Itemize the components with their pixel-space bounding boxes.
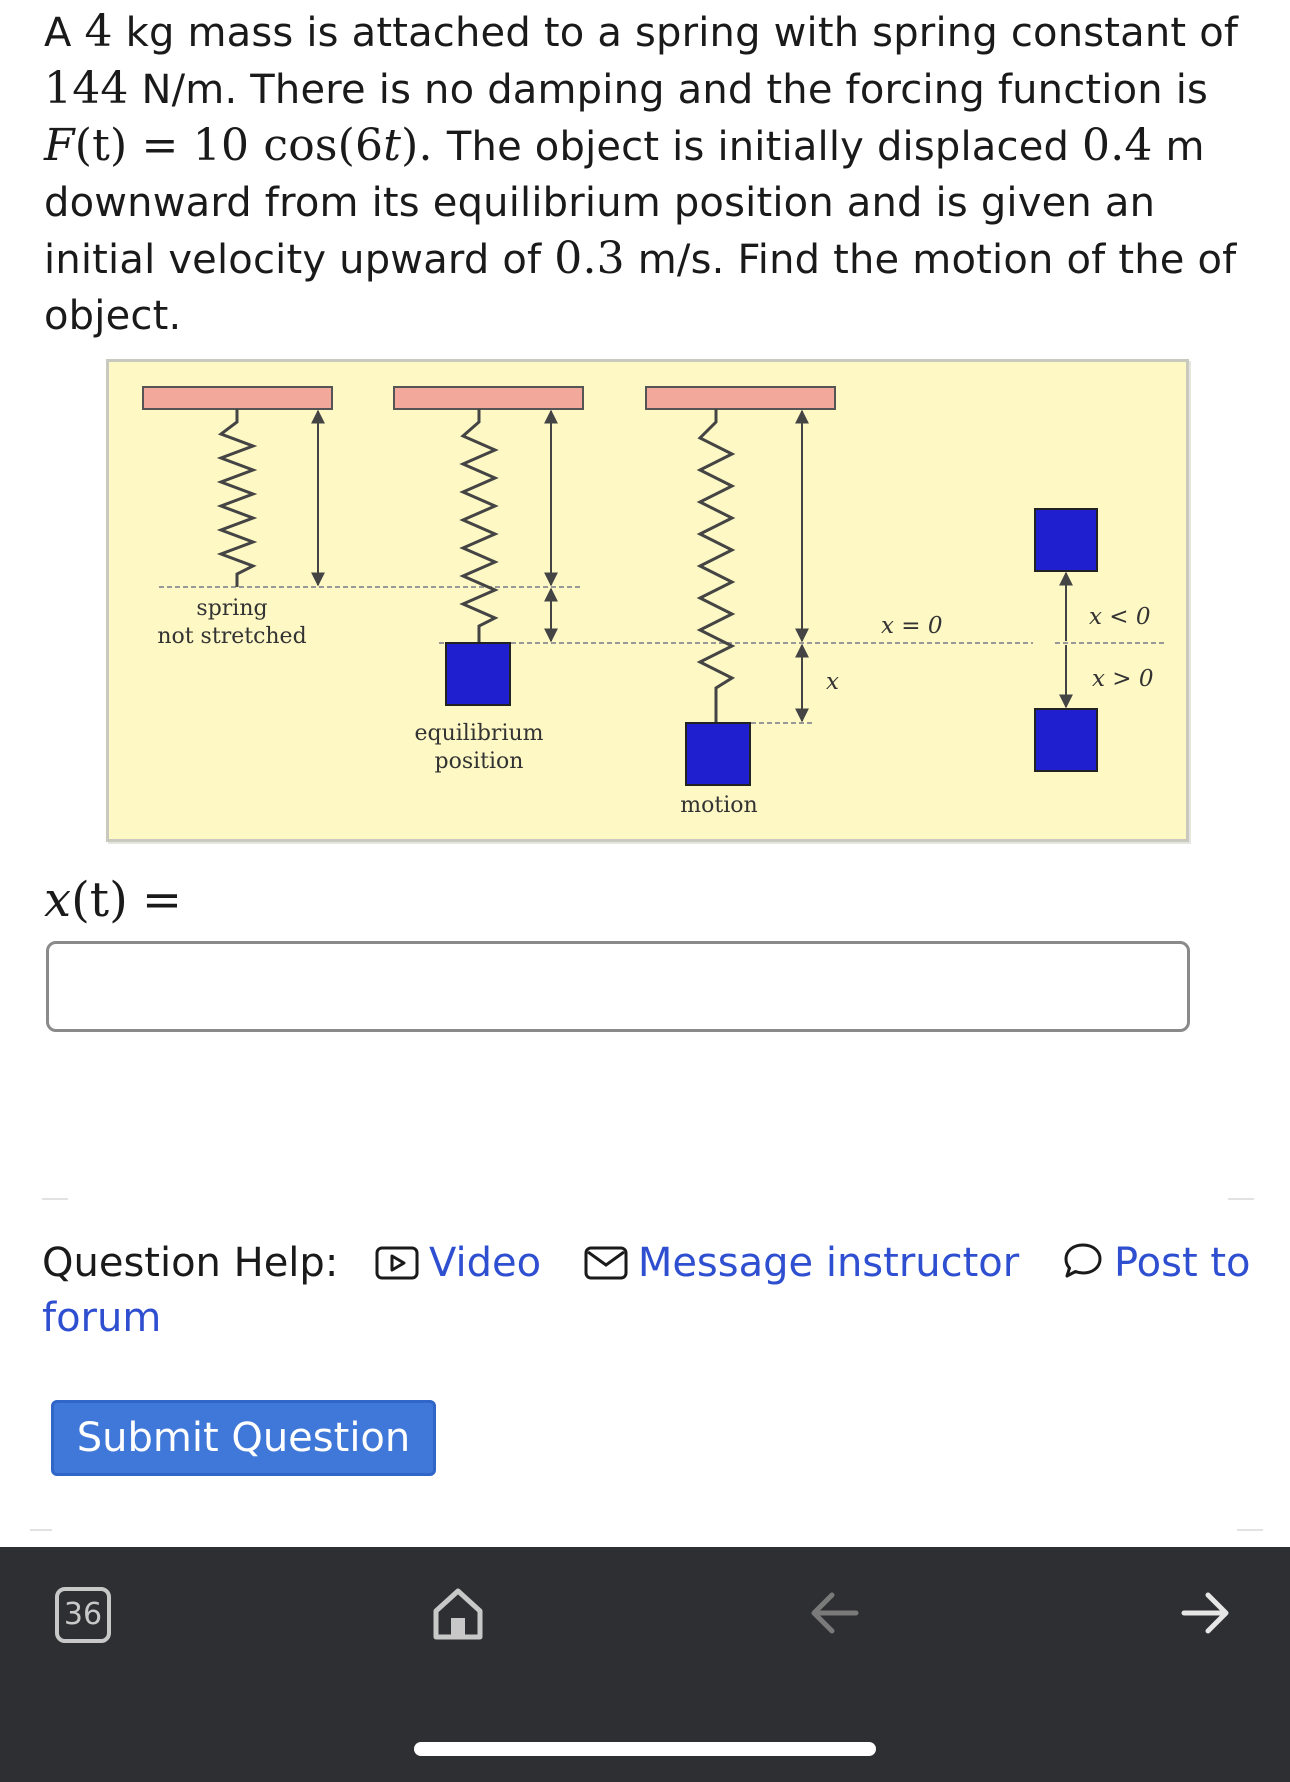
home-indicator <box>414 1742 876 1756</box>
displacement-value: 0.4 <box>1082 120 1153 171</box>
forward-button[interactable] <box>1178 1585 1234 1645</box>
mass-block-equilibrium <box>445 642 511 706</box>
answer-label-x: x <box>44 872 72 928</box>
message-instructor-label: Message instructor <box>637 1240 1020 1286</box>
question-help-label: Question Help: <box>42 1240 339 1286</box>
ceiling-3 <box>645 386 836 410</box>
ceiling-1 <box>142 386 333 410</box>
divider-right <box>1228 1198 1254 1200</box>
spring-mass-diagram: spring not stretched equilibrium positio… <box>106 359 1189 842</box>
label-x-less-than-zero: x < 0 <box>1089 604 1151 630</box>
forcing-function-expr: = 10 cos(6 <box>127 120 384 171</box>
ceiling-2 <box>393 386 584 410</box>
forcing-function-arg: (t) <box>74 120 128 171</box>
mail-icon <box>584 1246 628 1280</box>
label-x-equals-zero: x = 0 <box>881 613 943 639</box>
back-arrow-icon <box>811 1592 859 1634</box>
submit-question-button[interactable]: Submit Question <box>51 1400 436 1476</box>
mass-block-above <box>1034 508 1098 572</box>
label-position: position <box>434 749 524 774</box>
spring-3 <box>696 409 736 722</box>
problem-text: kg mass is attached to a spring with spr… <box>112 10 1239 56</box>
tab-count-button[interactable]: 36 <box>55 1587 111 1643</box>
video-icon <box>375 1246 419 1280</box>
browser-toolbar: 36 <box>0 1547 1290 1782</box>
label-equilibrium: equilibrium <box>414 721 544 746</box>
label-spring: spring <box>196 596 268 621</box>
problem-text: The object is initially displaced <box>446 124 1083 170</box>
video-link-label: Video <box>429 1240 542 1286</box>
mass-block-below <box>1034 708 1098 772</box>
forward-arrow-icon <box>1181 1592 1229 1634</box>
label-x: x <box>826 669 839 695</box>
problem-statement: A 4 kg mass is attached to a spring with… <box>44 4 1254 344</box>
divider-left <box>42 1198 68 1200</box>
mass-block-motion <box>685 722 751 786</box>
answer-label-equals: = <box>141 872 183 928</box>
problem-text: N/m. There is no damping and the forcing… <box>128 67 1209 113</box>
divider-bottom-right <box>1237 1529 1263 1531</box>
mass-value: 4 <box>84 6 113 57</box>
forcing-function-name: F <box>44 120 75 171</box>
label-equilibrium-position: equilibrium position <box>399 720 559 776</box>
label-not-stretched: not stretched <box>157 624 307 649</box>
home-icon <box>433 1588 483 1640</box>
speech-bubble-icon <box>1064 1243 1102 1278</box>
answer-input[interactable] <box>46 941 1190 1032</box>
message-instructor-link[interactable]: Message instructor <box>584 1240 1019 1286</box>
answer-label-t: (t) <box>71 872 128 928</box>
forcing-function-var: t <box>383 120 402 171</box>
divider-bottom-left <box>30 1529 52 1531</box>
problem-text: A <box>44 10 85 56</box>
spring-1 <box>216 409 258 587</box>
label-spring-not-stretched: spring not stretched <box>157 595 307 651</box>
label-motion: motion <box>680 793 758 818</box>
spring-2 <box>459 409 499 642</box>
answer-label: x(t) = <box>44 872 182 928</box>
video-link[interactable]: Video <box>375 1240 541 1286</box>
home-button[interactable] <box>432 1585 484 1645</box>
velocity-value: 0.3 <box>554 233 625 284</box>
question-help: Question Help: Video Message instructor … <box>42 1236 1262 1346</box>
spring-constant-value: 144 <box>44 63 129 114</box>
forcing-function-close: ). <box>401 120 447 171</box>
label-x-greater-than-zero: x > 0 <box>1092 666 1154 692</box>
back-button[interactable] <box>806 1585 862 1645</box>
